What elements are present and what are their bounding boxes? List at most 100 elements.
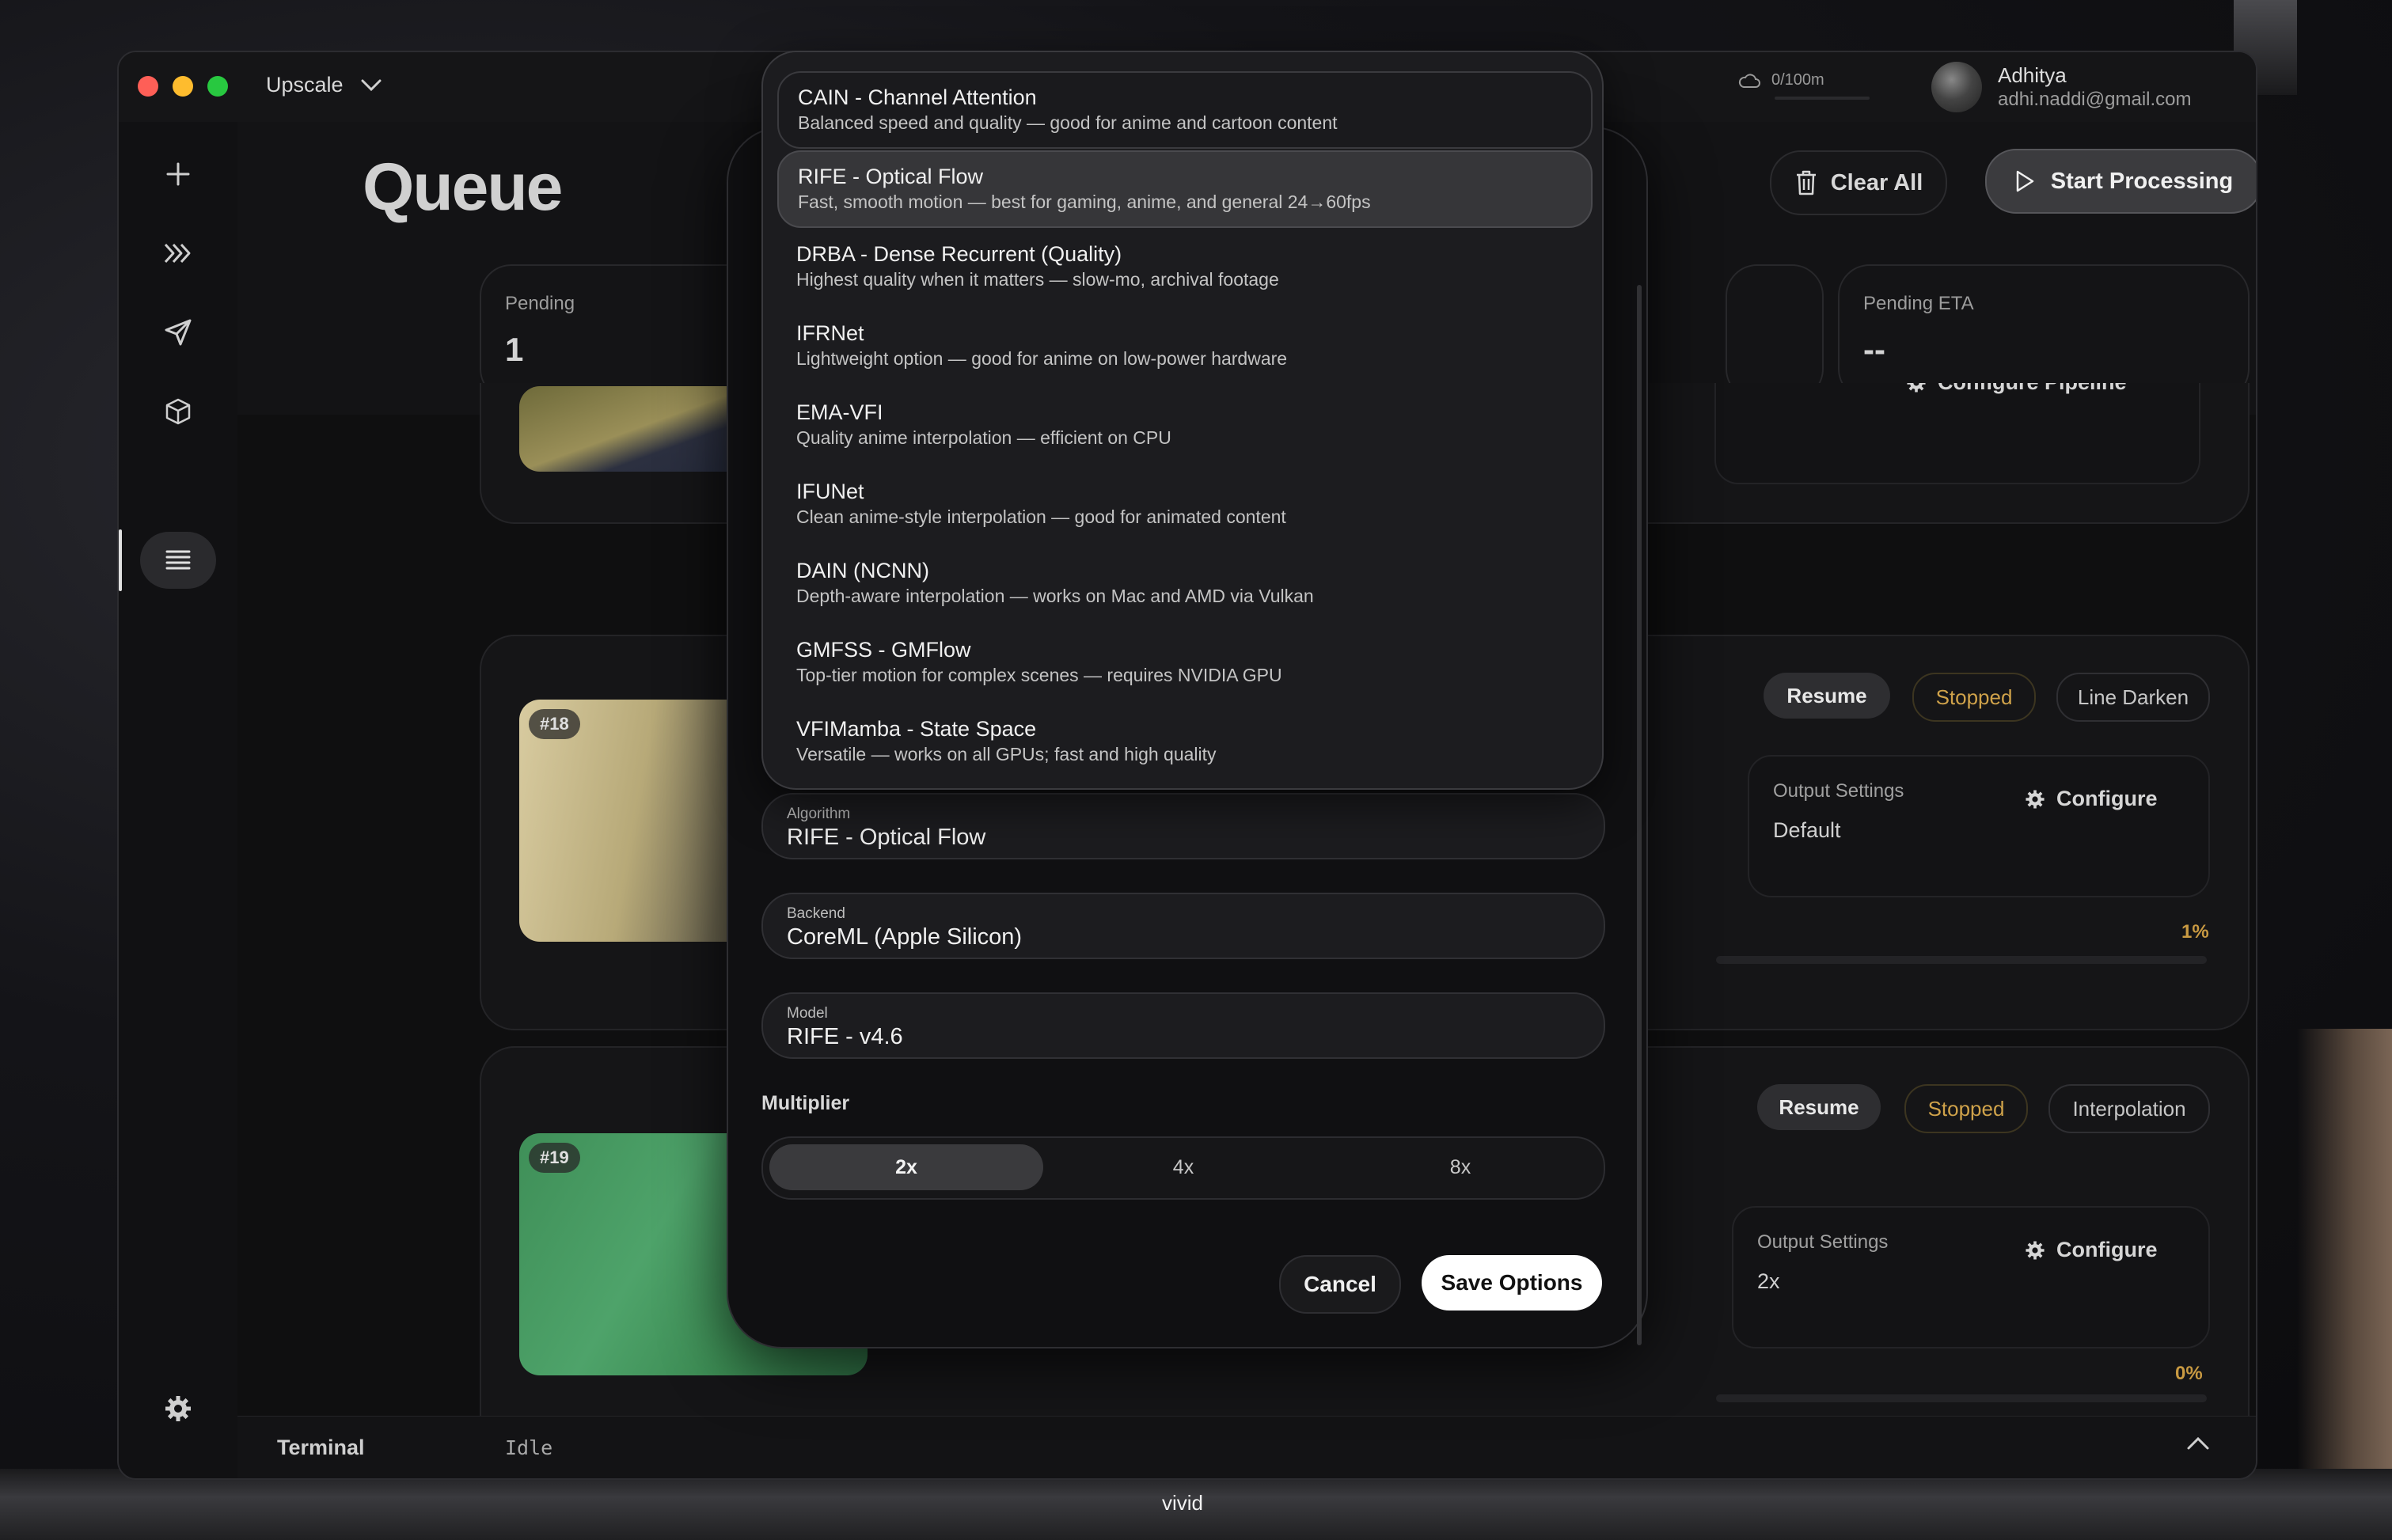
model-label: Model	[787, 1005, 828, 1022]
close-window-button[interactable]	[138, 76, 158, 97]
algorithm-option-title: EMA-VFI	[796, 400, 883, 424]
plus-icon	[166, 162, 190, 186]
algorithm-option-title: IFRNet	[796, 321, 864, 345]
status-label: Stopped	[1927, 1096, 2005, 1121]
backend-select[interactable]: Backend CoreML (Apple Silicon)	[761, 893, 1605, 959]
algorithm-option-desc: Depth-aware interpolation — works on Mac…	[796, 586, 1314, 606]
configure-pipeline-button[interactable]: Configure Pipeline	[1906, 383, 2127, 395]
output-settings-value: Default	[1773, 818, 1841, 842]
algorithm-select[interactable]: Algorithm RIFE - Optical Flow	[761, 793, 1605, 859]
algorithm-option-desc: Top-tier motion for complex scenes — req…	[796, 665, 1282, 685]
resume-button[interactable]: Resume	[1757, 1084, 1881, 1130]
wallpaper-figure	[2297, 1029, 2392, 1540]
cloud-usage-text: 0/100m	[1771, 71, 1824, 89]
multiplier-option[interactable]: 4x	[1046, 1144, 1320, 1190]
algorithm-option[interactable]: IFRNet Lightweight option — good for ani…	[777, 309, 1589, 383]
terminal-label: Terminal	[277, 1436, 365, 1459]
algorithm-option-selected[interactable]: RIFE - Optical Flow Fast, smooth motion …	[777, 150, 1593, 228]
multiplier-option[interactable]: 8x	[1323, 1144, 1597, 1190]
clear-all-label: Clear All	[1830, 169, 1923, 195]
terminal-bar[interactable]: Terminal Idle	[237, 1416, 2256, 1478]
algorithm-option[interactable]: IFUNet Clean anime-style interpolation —…	[777, 467, 1589, 541]
sidebar-item-frames[interactable]	[140, 225, 216, 282]
resume-label: Resume	[1786, 683, 1867, 707]
algorithm-option[interactable]: DRBA - Dense Recurrent (Quality) Highest…	[777, 229, 1589, 304]
cloud-usage: 0/100m	[1738, 71, 1824, 89]
page-title: Queue	[363, 150, 563, 224]
sidebar-item-send[interactable]	[140, 304, 216, 361]
clear-all-button[interactable]: Clear All	[1770, 150, 1947, 215]
pipeline-tag: Interpolation	[2048, 1084, 2210, 1133]
algorithm-option-desc: Clean anime-style interpolation — good f…	[796, 506, 1286, 527]
backend-label: Backend	[787, 905, 845, 922]
sidebar-item-settings[interactable]	[140, 1380, 216, 1437]
desktop-caption: vivid	[1162, 1491, 1204, 1515]
start-processing-button[interactable]: Start Processing	[1985, 149, 2256, 214]
model-value: RIFE - v4.6	[787, 1024, 903, 1049]
cancel-button[interactable]: Cancel	[1279, 1255, 1401, 1314]
progress-percent: 1%	[2181, 921, 2209, 943]
zoom-window-button[interactable]	[207, 76, 228, 97]
output-settings-value: 2x	[1757, 1269, 1780, 1293]
stat-label: Pending	[505, 293, 575, 314]
algorithm-option-title: GMFSS - GMFlow	[796, 638, 971, 662]
algorithm-option[interactable]: CAIN - Channel Attention Balanced speed …	[777, 71, 1593, 149]
cloud-icon	[1738, 73, 1760, 88]
sidebar-item-new[interactable]	[140, 146, 216, 203]
sidebar-item-models[interactable]	[140, 383, 216, 440]
algorithm-option-desc: Balanced speed and quality — good for an…	[798, 112, 1338, 133]
stat-value: --	[1863, 331, 1885, 368]
save-options-button[interactable]: Save Options	[1422, 1255, 1602, 1311]
job-index-badge: #19	[529, 1143, 580, 1173]
algorithm-option-desc: Highest quality when it matters — slow-m…	[796, 269, 1279, 290]
algorithm-option-title: CAIN - Channel Attention	[798, 85, 1037, 109]
progress-bar	[1716, 1394, 2207, 1402]
resume-label: Resume	[1779, 1094, 1859, 1119]
algorithm-option[interactable]: EMA-VFI Quality anime interpolation — ef…	[777, 388, 1589, 462]
algorithm-option[interactable]: DAIN (NCNN) Depth-aware interpolation — …	[777, 546, 1589, 620]
minimize-window-button[interactable]	[173, 76, 193, 97]
model-select[interactable]: Model RIFE - v4.6	[761, 992, 1605, 1059]
algorithm-option-title: IFUNet	[796, 480, 864, 503]
multiplier-option[interactable]: 2x	[769, 1144, 1043, 1190]
algorithm-value: RIFE - Optical Flow	[787, 825, 986, 850]
algorithm-option[interactable]: GMFSS - GMFlow Top-tier motion for compl…	[777, 625, 1589, 700]
backend-value: CoreML (Apple Silicon)	[787, 924, 1023, 950]
modal-scrollbar[interactable]	[1637, 285, 1642, 1345]
status-badge: Stopped	[1912, 673, 2036, 722]
configure-pipeline-label: Configure Pipeline	[1938, 383, 2127, 395]
algorithm-option-desc: Lightweight option — good for anime on l…	[796, 348, 1288, 369]
configure-button[interactable]: Configure	[2025, 787, 2158, 811]
pipeline-box: Configure Pipeline	[1714, 383, 2200, 484]
output-settings-box: Output Settings Default Configure	[1748, 755, 2210, 897]
algorithm-dropdown: CAIN - Channel Attention Balanced speed …	[761, 51, 1604, 790]
terminal-status: Idle	[505, 1436, 553, 1459]
mode-selector[interactable]: Upscale	[266, 73, 382, 97]
send-icon	[165, 319, 192, 346]
algorithm-option-desc: Versatile — works on all GPUs; fast and …	[796, 744, 1217, 764]
stat-value: 1	[505, 331, 524, 368]
user-name: Adhitya	[1998, 63, 2067, 87]
algorithm-option-title: RIFE - Optical Flow	[798, 165, 984, 188]
mode-selector-label: Upscale	[266, 73, 344, 97]
algorithm-option-title: VFIMamba - State Space	[796, 717, 1037, 741]
gear-icon	[2026, 1240, 2045, 1260]
pipeline-tag: Line Darken	[2056, 673, 2210, 722]
multiplier-segmented-control: 2x 4x 8x	[761, 1136, 1605, 1200]
output-settings-label: Output Settings	[1757, 1231, 1889, 1253]
cube-icon	[165, 398, 191, 425]
status-badge: Stopped	[1904, 1084, 2028, 1133]
chevron-down-icon	[361, 79, 382, 91]
avatar[interactable]	[1931, 62, 1982, 112]
pipeline-tag-label: Line Darken	[2077, 685, 2189, 709]
progress-percent: 0%	[2175, 1363, 2203, 1384]
output-settings-box: Output Settings 2x Configure	[1732, 1206, 2210, 1348]
trash-icon	[1796, 170, 1816, 195]
stat-card-pending-eta: Pending ETA --	[1838, 264, 2250, 400]
algorithm-label: Algorithm	[787, 806, 851, 822]
configure-button[interactable]: Configure	[2025, 1238, 2158, 1262]
sidebar-item-queue[interactable]	[140, 532, 216, 589]
algorithm-option[interactable]: VFIMamba - State Space Versatile — works…	[777, 704, 1589, 779]
resume-button[interactable]: Resume	[1764, 673, 1890, 719]
chevron-up-icon[interactable]	[2186, 1436, 2210, 1451]
